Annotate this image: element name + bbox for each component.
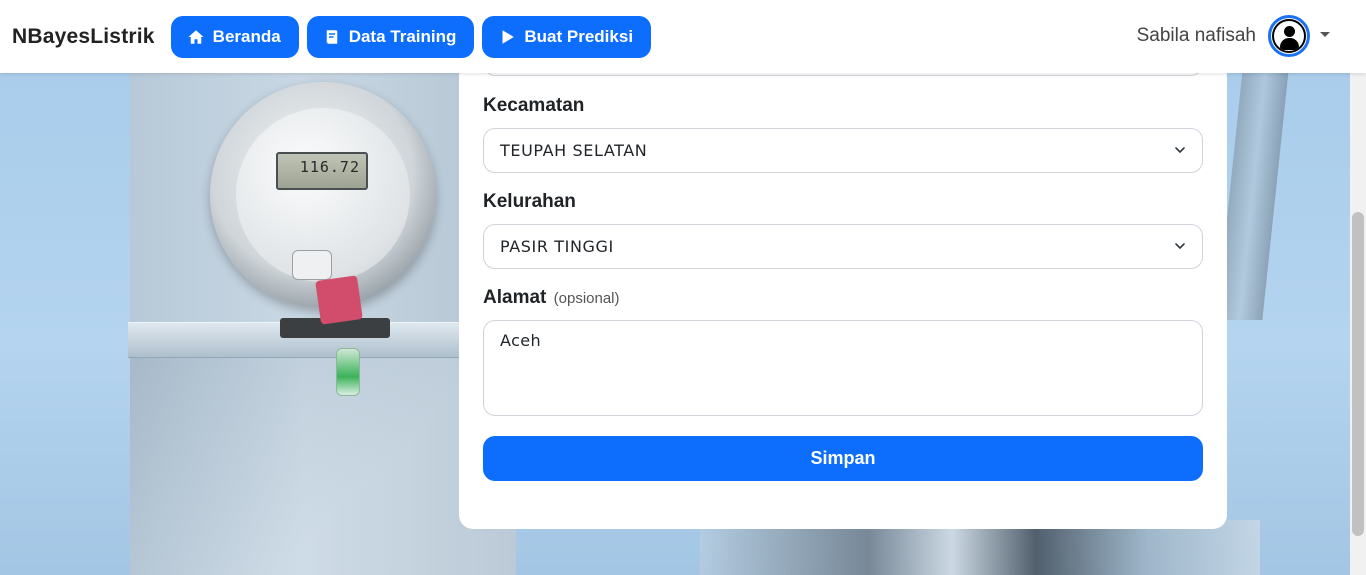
kecamatan-label: Kecamatan bbox=[483, 95, 585, 116]
kelurahan-value: PASIR TINGGI bbox=[500, 237, 614, 256]
simpan-button[interactable]: Simpan bbox=[483, 436, 1203, 481]
nav-button-buat-prediksi[interactable]: Buat Prediksi bbox=[482, 15, 652, 58]
kelurahan-label: Kelurahan bbox=[483, 191, 576, 212]
meter-seal bbox=[336, 348, 360, 396]
nav-button-beranda[interactable]: Beranda bbox=[170, 15, 299, 58]
nav-button-label: Buat Prediksi bbox=[524, 26, 634, 46]
play-icon bbox=[502, 29, 515, 44]
optional-note: (opsional) bbox=[553, 290, 620, 307]
kelurahan-select[interactable]: PASIR TINGGI bbox=[483, 224, 1203, 269]
kecamatan-select[interactable]: TEUPAH SELATAN bbox=[483, 128, 1203, 173]
chevron-down-icon bbox=[1175, 147, 1185, 153]
utility-pole bbox=[1216, 60, 1290, 320]
navbar: NBayesListrik Beranda Data Training Buat… bbox=[0, 0, 1366, 73]
nav-button-label: Data Training bbox=[348, 26, 457, 46]
user-menu[interactable]: Sabila nafisah bbox=[1137, 15, 1330, 57]
alamat-textarea[interactable]: Aceh bbox=[483, 320, 1203, 416]
meter-seal-tag bbox=[315, 275, 363, 325]
form-card: Kecamatan TEUPAH SELATAN Kelurahan PASIR… bbox=[459, 30, 1227, 529]
alamat-label: Alamat (opsional) bbox=[483, 287, 620, 309]
scrollbar-thumb[interactable] bbox=[1352, 212, 1364, 536]
home-icon bbox=[188, 29, 204, 44]
electric-meter-image: 116.72 bbox=[210, 82, 436, 396]
nav-button-data-training[interactable]: Data Training bbox=[306, 15, 475, 58]
user-avatar-icon[interactable] bbox=[1268, 15, 1310, 57]
chevron-down-icon bbox=[1175, 243, 1185, 249]
meter-display: 116.72 bbox=[276, 152, 368, 190]
kecamatan-value: TEUPAH SELATAN bbox=[500, 141, 648, 160]
caret-down-icon[interactable] bbox=[1320, 31, 1330, 37]
nav-button-label: Beranda bbox=[212, 26, 281, 46]
alamat-label-text: Alamat bbox=[483, 287, 547, 308]
brand-logo[interactable]: NBayesListrik bbox=[12, 25, 155, 49]
user-name[interactable]: Sabila nafisah bbox=[1137, 25, 1256, 47]
scrollbar[interactable] bbox=[1350, 73, 1366, 575]
book-icon bbox=[326, 29, 337, 44]
